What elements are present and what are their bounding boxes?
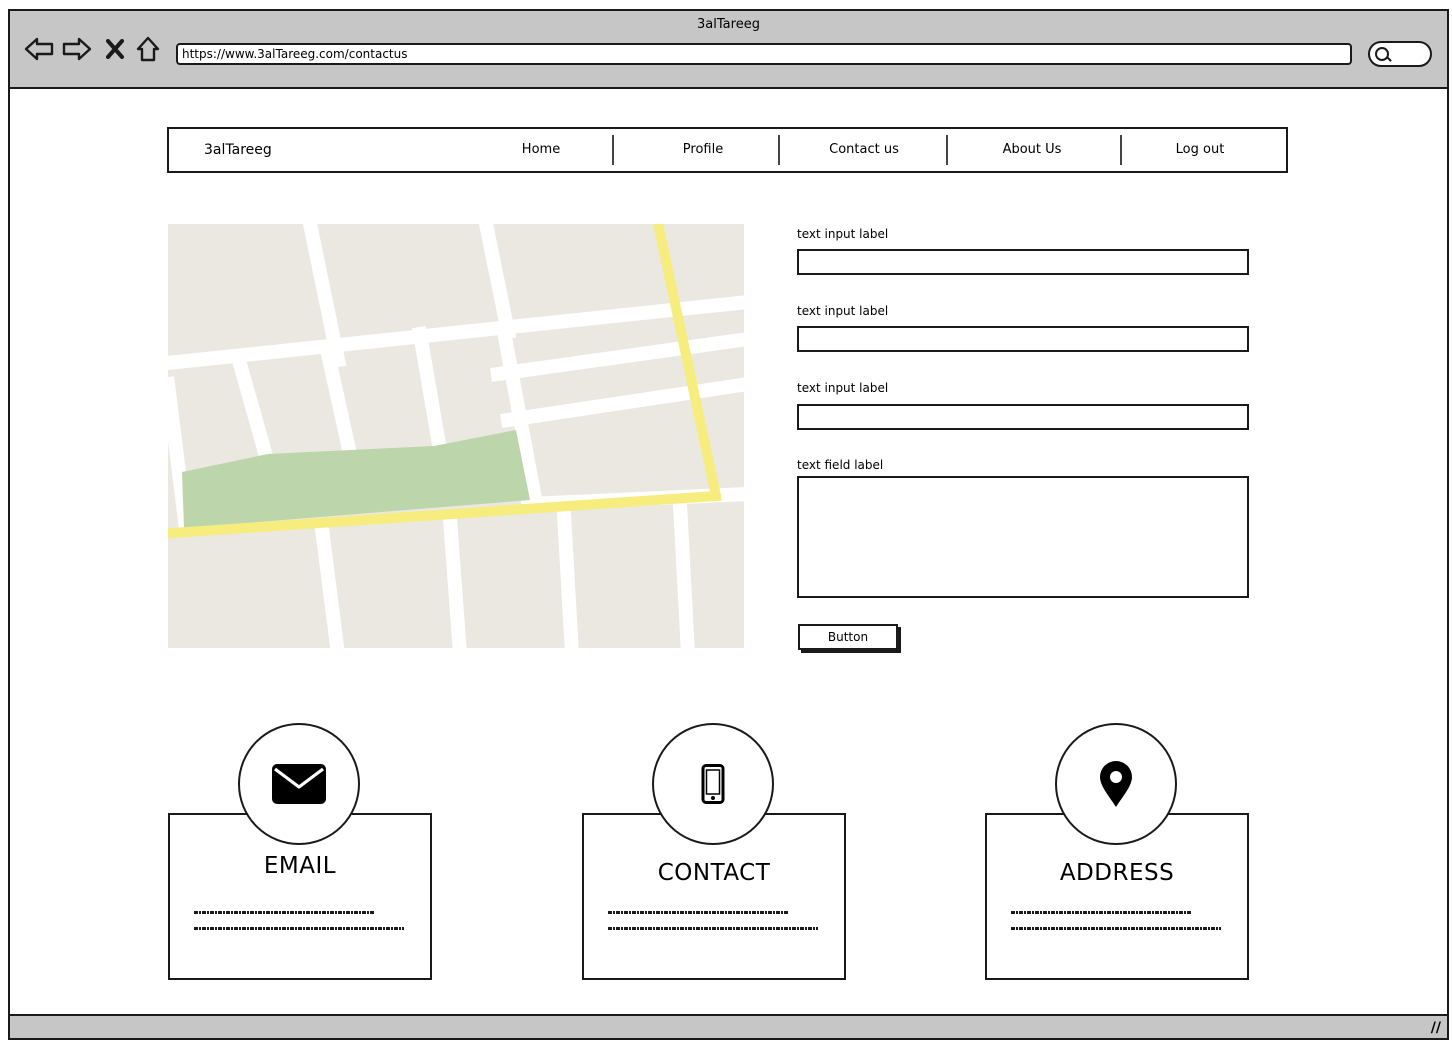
browser-window: 3alTareeg https://www.3alTareeg.com/cont… [8, 9, 1449, 1040]
text-input-3[interactable] [797, 404, 1249, 430]
nav-separator [1120, 135, 1122, 165]
text-input-2[interactable] [797, 326, 1249, 352]
card-title: ADDRESS [1059, 860, 1175, 886]
card-title: EMAIL [263, 853, 337, 879]
nav-item-about-us[interactable]: About Us [972, 142, 1092, 157]
field-label: text input label [797, 381, 889, 395]
textarea-label: text field label [797, 458, 884, 472]
nav-item-log-out[interactable]: Log out [1140, 142, 1260, 157]
search-icon [1375, 47, 1389, 61]
location-map[interactable] [168, 224, 744, 648]
nav-separator [778, 135, 780, 165]
field-label: text input label [797, 304, 889, 318]
nav-item-contact-us[interactable]: Contact us [804, 142, 924, 157]
back-arrow-icon[interactable] [24, 35, 54, 63]
browser-search-button[interactable] [1368, 41, 1432, 67]
placeholder-text [608, 911, 822, 943]
close-x-icon[interactable] [104, 35, 126, 63]
address-icon-circle [1055, 723, 1177, 845]
message-textarea[interactable] [797, 476, 1249, 598]
site-brand[interactable]: 3alTareeg [204, 142, 272, 158]
address-bar[interactable]: https://www.3alTareeg.com/contactus [176, 43, 1352, 65]
nav-separator [612, 135, 614, 165]
card-title: CONTACT [657, 860, 771, 886]
mobile-phone-icon [701, 764, 725, 804]
submit-button[interactable]: Button [798, 624, 898, 650]
placeholder-text [1011, 911, 1225, 943]
resize-grip-icon[interactable]: // [1431, 1020, 1441, 1036]
map-graphic [168, 224, 744, 648]
window-title: 3alTareeg [697, 17, 760, 32]
email-icon-circle [238, 723, 360, 845]
map-pin-icon [1100, 761, 1132, 807]
browser-titlebar: 3alTareeg https://www.3alTareeg.com/cont… [10, 11, 1447, 89]
forward-arrow-icon[interactable] [62, 35, 92, 63]
nav-item-home[interactable]: Home [481, 142, 601, 157]
nav-separator [946, 135, 948, 165]
text-input-1[interactable] [797, 249, 1249, 275]
contact-icon-circle [652, 723, 774, 845]
home-icon[interactable] [134, 35, 162, 63]
site-navbar: 3alTareeg Home Profile Contact us About … [167, 127, 1288, 173]
field-label: text input label [797, 227, 889, 241]
nav-item-profile[interactable]: Profile [643, 142, 763, 157]
browser-statusbar: // [10, 1014, 1447, 1038]
envelope-icon [272, 764, 326, 804]
placeholder-text [194, 911, 408, 943]
